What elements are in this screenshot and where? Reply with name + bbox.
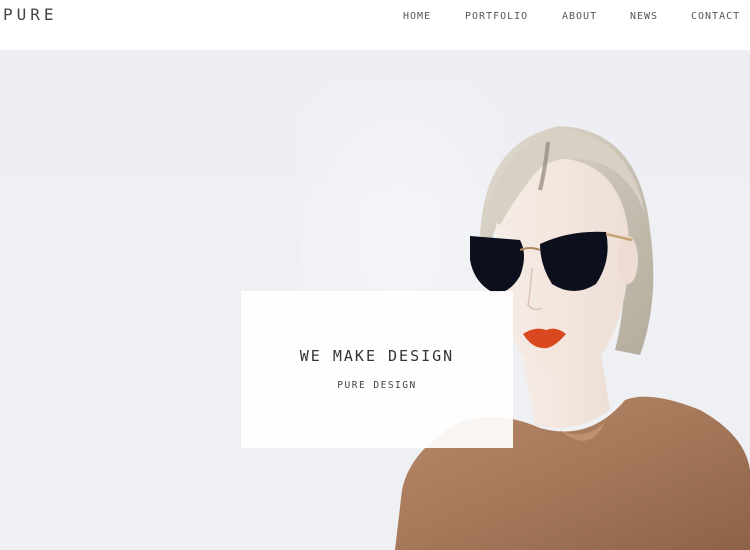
hero-title: WE MAKE DESIGN: [299, 347, 455, 365]
main-nav: HOME PORTFOLIO ABOUT NEWS CONTACT: [0, 10, 750, 24]
nav-home[interactable]: HOME: [403, 10, 431, 24]
site-header: PURE HOME PORTFOLIO ABOUT NEWS CONTACT: [0, 0, 750, 50]
hero-subtitle: PURE DESIGN: [337, 380, 417, 391]
nav-portfolio[interactable]: PORTFOLIO: [465, 10, 528, 24]
nav-contact[interactable]: CONTACT: [691, 10, 740, 24]
hero-section: WE MAKE DESIGN PURE DESIGN: [0, 50, 750, 550]
nav-news[interactable]: NEWS: [630, 10, 658, 24]
hero-card: WE MAKE DESIGN PURE DESIGN: [241, 291, 513, 448]
nav-about[interactable]: ABOUT: [562, 10, 597, 24]
